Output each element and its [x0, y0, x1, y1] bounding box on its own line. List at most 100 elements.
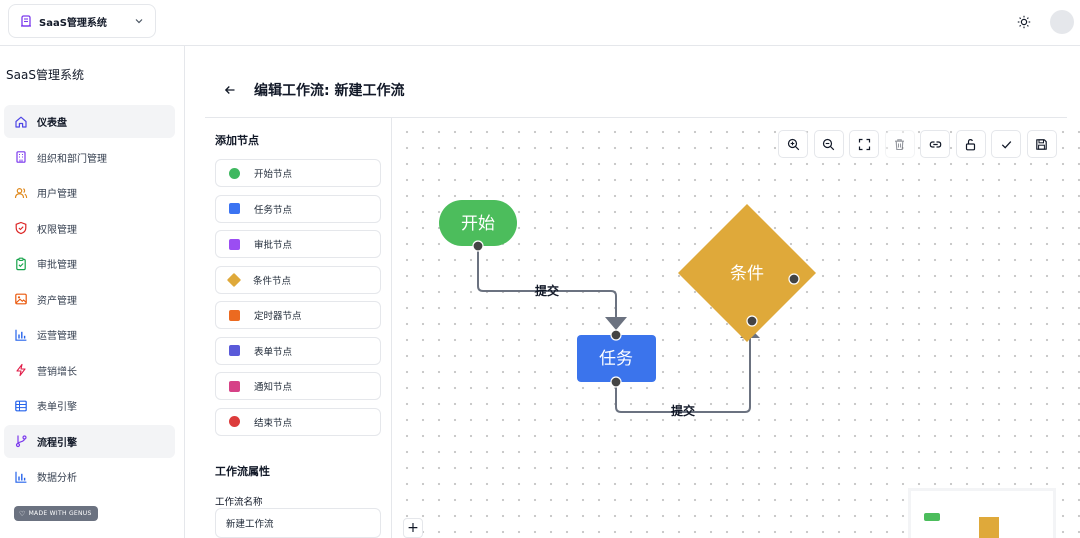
- badge-text: MADE WITH GENUS: [28, 510, 92, 517]
- task-node-handle-bottom[interactable]: [610, 376, 622, 388]
- task-node[interactable]: 任务: [577, 329, 656, 388]
- sidebar-item-workflow-engine[interactable]: 流程引擎: [4, 424, 175, 458]
- node-item-label: 表单节点: [254, 346, 293, 358]
- zoom-in-button[interactable]: [778, 130, 808, 158]
- bar-chart-icon: [14, 328, 28, 342]
- trash-icon: [895, 138, 904, 150]
- start-node-label: 开始: [461, 214, 495, 234]
- save-button[interactable]: [1026, 130, 1057, 158]
- heart-icon: ♡: [19, 509, 26, 518]
- validate-button[interactable]: [991, 130, 1021, 158]
- condition-node-handle-right[interactable]: [788, 273, 800, 285]
- notification-node-swatch-icon: [229, 380, 240, 392]
- node-item-timer[interactable]: 定时器节点: [215, 301, 381, 329]
- fit-view-button[interactable]: [849, 130, 879, 158]
- lightning-icon: [14, 363, 28, 377]
- node-item-label: 结束节点: [254, 417, 293, 429]
- workflow-name-input[interactable]: [215, 508, 381, 538]
- start-node-handle[interactable]: [472, 240, 484, 252]
- users-icon: [14, 186, 28, 200]
- add-node-button[interactable]: +: [403, 518, 423, 538]
- bar-chart-icon: [14, 470, 28, 484]
- app-switcher[interactable]: SaaS管理系统: [8, 4, 156, 38]
- timer-node-swatch-icon: [229, 309, 240, 321]
- start-node-swatch-icon: [229, 167, 240, 179]
- theme-toggle-button[interactable]: [1014, 12, 1034, 32]
- task-node-label: 任务: [599, 349, 633, 369]
- sidebar-item-data-analysis[interactable]: 数据分析: [4, 460, 175, 493]
- lock-toggle-button[interactable]: [955, 130, 986, 158]
- node-item-form[interactable]: 表单节点: [215, 336, 381, 365]
- connect-button[interactable]: [920, 130, 950, 158]
- node-item-approval[interactable]: 审批节点: [215, 230, 381, 258]
- minimap-start-node: [924, 513, 940, 521]
- sidebar-item-marketing[interactable]: 营销增长: [4, 354, 175, 387]
- link-icon: [929, 140, 941, 148]
- add-node-heading: 添加节点: [215, 134, 259, 147]
- edge-arrowhead-icon: [605, 317, 627, 330]
- node-panel: 添加节点 开始节点 任务节点 审批节点 条件节点 定时器节点 表单节点 通知节点…: [205, 118, 392, 538]
- sidebar-item-assets[interactable]: 资产管理: [4, 283, 175, 316]
- edge-start-task[interactable]: [477, 246, 617, 318]
- sidebar-item-organization[interactable]: 组织和部门管理: [4, 141, 175, 174]
- sidebar-item-approvals[interactable]: 审批管理: [4, 247, 175, 280]
- node-item-label: 定时器节点: [254, 311, 302, 322]
- back-button[interactable]: [216, 76, 244, 104]
- sidebar-item-dashboard[interactable]: 仪表盘: [4, 105, 175, 138]
- condition-node-handle-bottom[interactable]: [746, 315, 758, 327]
- canvas-toolbar: [778, 130, 1062, 158]
- sidebar-item-label: 权限管理: [37, 224, 77, 236]
- workflow-props-heading: 工作流属性: [215, 465, 270, 478]
- sidebar-title: SaaS管理系统: [6, 68, 84, 82]
- edge-label: 提交: [671, 403, 695, 418]
- sidebar-item-label: 表单引擎: [37, 402, 77, 413]
- edge-label: 提交: [535, 283, 559, 298]
- node-item-label: 开始节点: [254, 169, 293, 180]
- condition-node[interactable]: 条件: [678, 204, 816, 342]
- unlock-icon: [965, 138, 976, 150]
- task-node-handle-top[interactable]: [610, 329, 622, 341]
- node-item-notification[interactable]: 通知节点: [215, 372, 381, 400]
- sidebar-item-operations[interactable]: 运营管理: [4, 318, 175, 351]
- node-item-label: 审批节点: [254, 240, 293, 251]
- image-icon: [14, 292, 28, 306]
- app-logo-icon: [19, 14, 33, 28]
- home-icon: [14, 115, 28, 129]
- start-node[interactable]: 开始: [439, 200, 517, 252]
- made-with-badge[interactable]: ♡ MADE WITH GENUS: [14, 506, 98, 521]
- shield-icon: [14, 221, 28, 235]
- table-icon: [14, 399, 28, 413]
- condition-node-label: 条件: [730, 264, 764, 284]
- node-item-condition[interactable]: 条件节点: [215, 265, 381, 294]
- approval-node-swatch-icon: [229, 238, 240, 250]
- end-node-swatch-icon: [229, 416, 240, 427]
- workflow-canvas[interactable]: 提交 提交 开始 任务 条件 +: [393, 118, 1080, 538]
- node-item-start[interactable]: 开始节点: [215, 159, 381, 187]
- git-branch-icon: [14, 434, 28, 448]
- user-avatar[interactable]: [1050, 10, 1074, 34]
- minimap[interactable]: [908, 488, 1056, 538]
- clipboard-check-icon: [14, 257, 28, 271]
- page-header: 编辑工作流: 新建工作流: [216, 76, 404, 104]
- node-item-label: 条件节点: [253, 275, 292, 287]
- zoom-out-icon: [822, 138, 835, 150]
- sidebar-item-label: 数据分析: [37, 473, 77, 484]
- workflow-name-label: 工作流名称: [215, 497, 263, 508]
- zoom-in-icon: [787, 138, 799, 150]
- sidebar-nav: 仪表盘 组织和部门管理 用户管理 权限管理 审批管理 资产管理 运营管理 营销增…: [4, 105, 175, 496]
- node-list: 开始节点 任务节点 审批节点 条件节点 定时器节点 表单节点 通知节点 结束节点: [215, 159, 381, 443]
- save-icon: [1036, 138, 1047, 150]
- flow-diagram: 提交 提交 开始 任务 条件: [439, 200, 816, 418]
- delete-button[interactable]: [884, 130, 915, 158]
- sidebar-item-permissions[interactable]: 权限管理: [4, 212, 175, 245]
- sidebar-item-form-engine[interactable]: 表单引擎: [4, 389, 175, 422]
- node-item-end[interactable]: 结束节点: [215, 407, 381, 436]
- building-icon: [14, 150, 28, 164]
- node-item-label: 通知节点: [254, 382, 293, 393]
- node-item-task[interactable]: 任务节点: [215, 194, 381, 223]
- condition-node-swatch-icon: [226, 272, 242, 287]
- sidebar-item-label: 资产管理: [37, 295, 77, 307]
- sidebar-item-label: 运营管理: [37, 331, 77, 342]
- zoom-out-button[interactable]: [813, 130, 844, 158]
- sidebar-item-users[interactable]: 用户管理: [4, 176, 175, 209]
